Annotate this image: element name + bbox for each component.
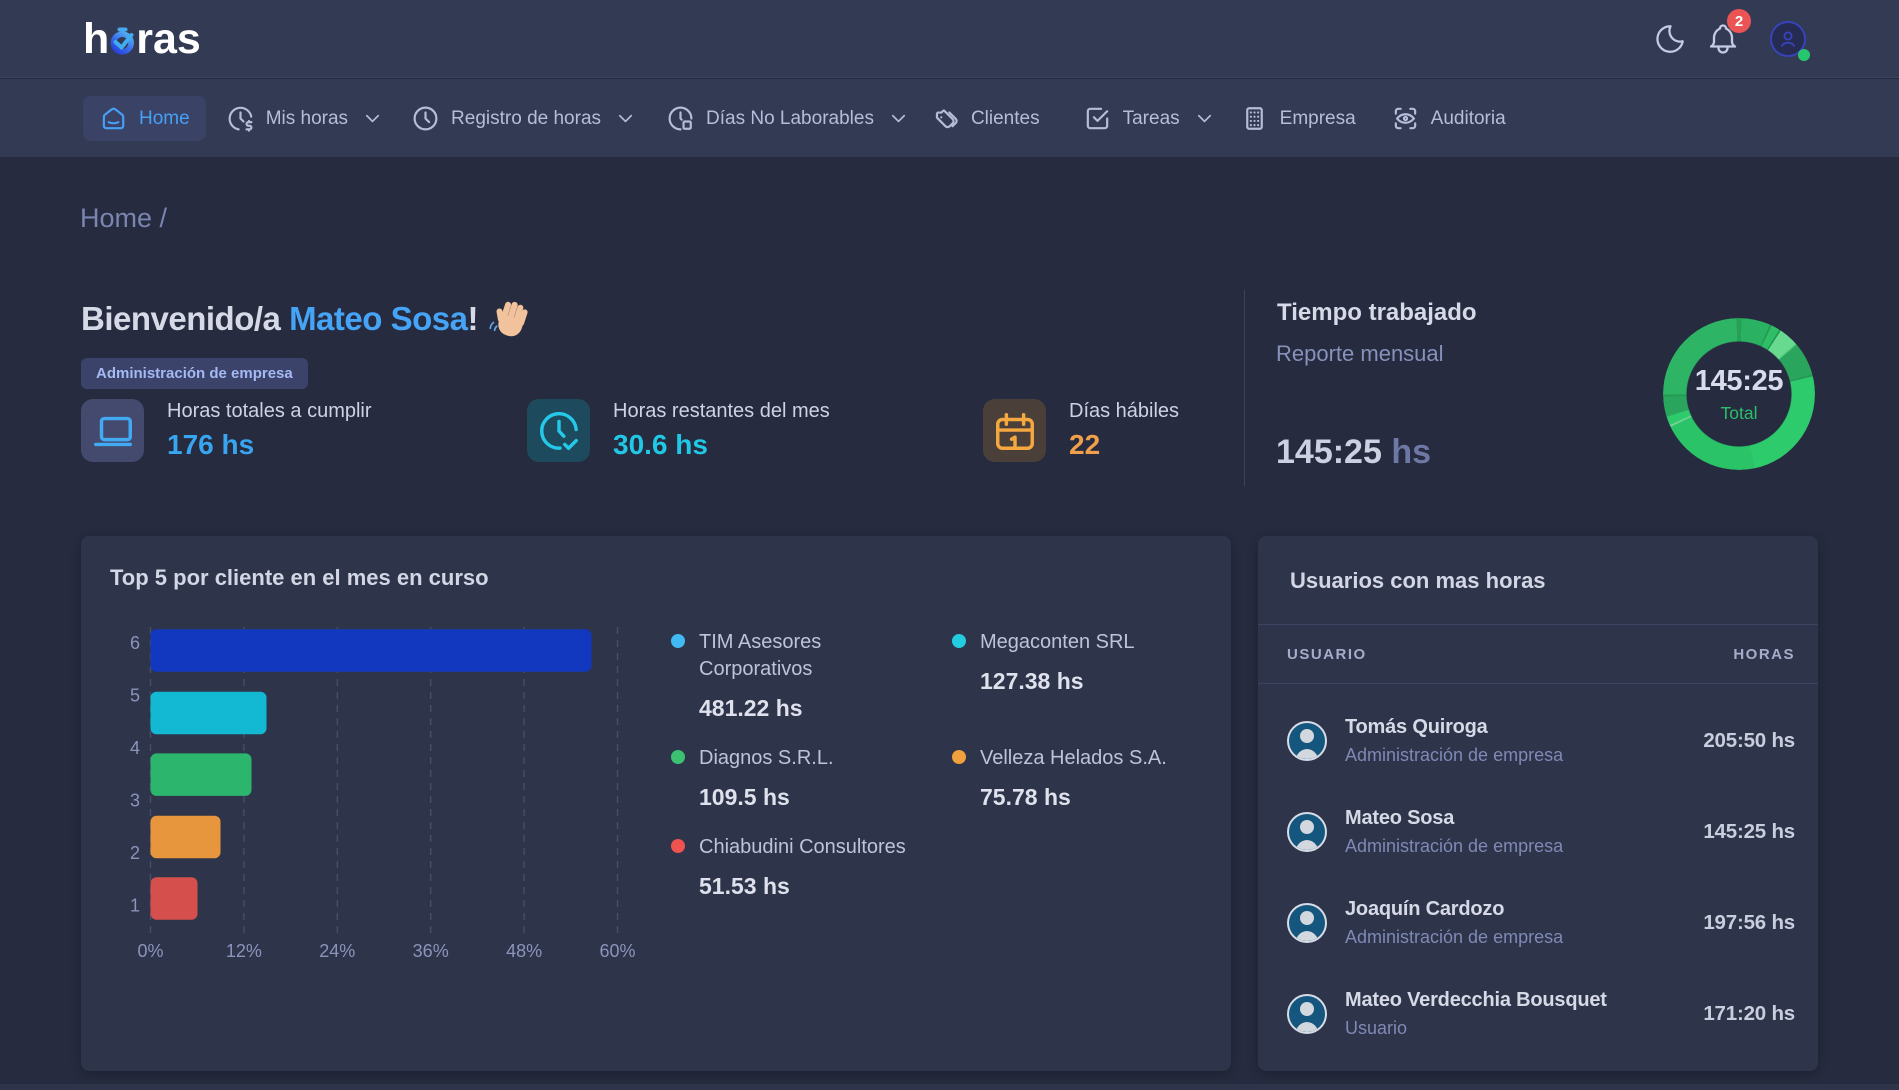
svg-text:4: 4: [130, 738, 140, 758]
svg-text:48%: 48%: [506, 941, 542, 961]
svg-text:0%: 0%: [137, 941, 163, 961]
svg-text:6: 6: [130, 633, 140, 653]
svg-text:24%: 24%: [319, 941, 355, 961]
svg-text:36%: 36%: [413, 941, 449, 961]
svg-text:3: 3: [130, 791, 140, 811]
svg-text:12%: 12%: [226, 941, 262, 961]
svg-text:1: 1: [130, 896, 140, 916]
svg-text:60%: 60%: [599, 941, 635, 961]
svg-text:5: 5: [130, 686, 140, 706]
svg-text:2: 2: [130, 843, 140, 863]
